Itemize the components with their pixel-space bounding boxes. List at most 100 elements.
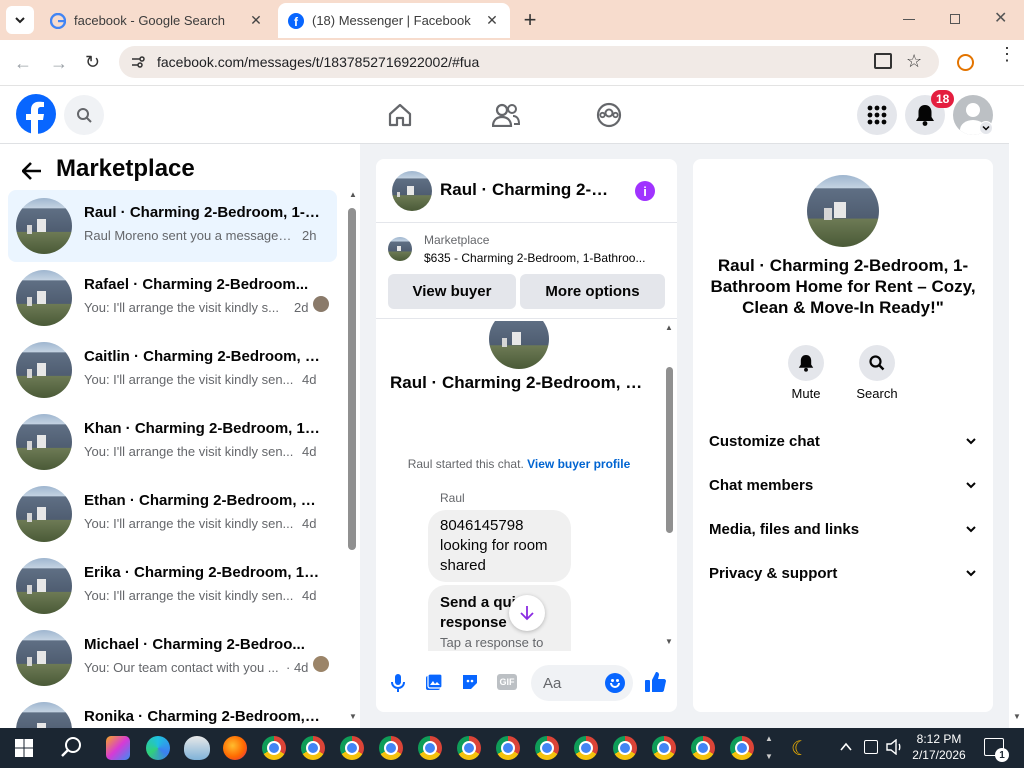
window-close-button[interactable]: ✕	[994, 8, 1007, 28]
scroll-to-bottom-button[interactable]	[509, 595, 545, 631]
account-chevron-icon[interactable]	[979, 121, 993, 135]
section-label: Customize chat	[709, 432, 820, 450]
moon-weather-icon[interactable]: ☾	[791, 736, 809, 761]
conversation-item[interactable]: Erika · Charming 2-Bedroom, 1-... You: I…	[8, 550, 337, 622]
menu-button[interactable]	[857, 95, 897, 135]
page-scrollbar[interactable]: ▼	[1009, 86, 1024, 728]
bookmark-star-icon[interactable]: ☆	[906, 51, 922, 72]
scrollbar-thumb[interactable]	[348, 208, 356, 550]
sticker-icon[interactable]	[461, 673, 479, 691]
bell-icon	[916, 105, 934, 126]
chrome-icon[interactable]	[457, 736, 481, 760]
chrome-menu-icon[interactable]: ⋮	[998, 45, 1016, 63]
close-icon[interactable]: ✕	[248, 12, 264, 29]
restore-button[interactable]	[950, 14, 960, 24]
new-tab-button[interactable]: +	[518, 7, 542, 32]
conversation-scrollbar[interactable]: ▲ ▼	[344, 190, 360, 728]
firefox-icon[interactable]	[223, 736, 247, 760]
chrome-icon[interactable]	[340, 736, 364, 760]
tab-messenger[interactable]: f (18) Messenger | Facebook ✕	[278, 3, 510, 38]
profile-icon[interactable]	[957, 54, 974, 71]
facebook-logo-icon[interactable]	[16, 94, 56, 134]
search-icon	[77, 108, 92, 123]
view-buyer-button[interactable]: View buyer	[388, 274, 516, 309]
install-app-icon[interactable]	[874, 53, 892, 69]
chat-title[interactable]: Raul · Charming 2-Be...	[440, 180, 620, 200]
home-icon[interactable]	[387, 102, 413, 128]
groups-icon[interactable]	[596, 102, 622, 128]
forward-icon[interactable]: →	[50, 53, 68, 74]
chrome-icon[interactable]	[262, 736, 286, 760]
media-files-links-section[interactable]: Media, files and links	[709, 507, 977, 551]
chrome-icon[interactable]	[301, 736, 325, 760]
conversation-item[interactable]: Caitlin · Charming 2-Bedroom, 1... You: …	[8, 334, 337, 406]
chevron-up-icon[interactable]	[840, 742, 852, 752]
message-bubble[interactable]: 8046145798 looking for room shared	[428, 510, 571, 582]
chrome-icon[interactable]	[496, 736, 520, 760]
chat-avatar[interactable]	[392, 171, 432, 211]
tab-search-menu-button[interactable]	[6, 6, 34, 34]
chrome-icon[interactable]	[418, 736, 442, 760]
profile-avatar	[489, 321, 549, 369]
copilot-icon[interactable]	[106, 736, 130, 760]
reload-icon[interactable]: ↻	[85, 52, 100, 73]
chrome-icon[interactable]	[379, 736, 403, 760]
conversation-item[interactable]: Khan · Charming 2-Bedroom, 1-... You: I'…	[8, 406, 337, 478]
conversation-item[interactable]: Ethan · Charming 2-Bedroom, 1-... You: I…	[8, 478, 337, 550]
like-thumb-icon[interactable]	[644, 671, 666, 693]
conversation-item[interactable]: Rafael · Charming 2-Bedroom... You: I'll…	[8, 262, 337, 334]
gif-icon[interactable]: GIF	[497, 674, 517, 690]
volume-icon[interactable]	[886, 739, 904, 755]
chat-started-text: Raul started this chat.	[407, 457, 524, 471]
taskbar-overflow-arrows[interactable]: ▲ ▼	[765, 730, 773, 766]
chrome-icon[interactable]	[574, 736, 598, 760]
chevron-down-icon	[15, 17, 25, 24]
chrome-icon[interactable]	[691, 736, 715, 760]
conversation-item[interactable]: Raul · Charming 2-Bedroom, 1-B... Raul M…	[8, 190, 337, 262]
chrome-icon[interactable]	[652, 736, 676, 760]
info-icon[interactable]: i	[635, 181, 655, 201]
network-icon[interactable]	[864, 740, 878, 754]
listing-detail[interactable]: $635 - Charming 2-Bedroom, 1-Bathroo...	[424, 251, 666, 265]
chat-info-panel: Raul · Charming 2-Bedroom, 1-Bathroom Ho…	[693, 159, 993, 712]
conversation-item[interactable]: Ronika · Charming 2-Bedroom, 1...	[8, 694, 337, 728]
edge-icon[interactable]	[146, 736, 170, 760]
scrollbar-thumb[interactable]	[666, 367, 673, 533]
chrome-icon[interactable]	[730, 736, 754, 760]
close-icon[interactable]: ✕	[484, 12, 500, 29]
site-settings-icon[interactable]	[129, 53, 147, 71]
mute-button[interactable]	[788, 345, 824, 381]
quick-response-card[interactable]: Send a quick response Tap a response to	[428, 585, 571, 651]
search-chat-button[interactable]	[859, 345, 895, 381]
privacy-support-section[interactable]: Privacy & support	[709, 551, 977, 595]
back-icon[interactable]: ←	[14, 53, 32, 74]
paint-icon[interactable]	[184, 736, 210, 760]
chrome-icon[interactable]	[613, 736, 637, 760]
windows-start-icon[interactable]	[15, 739, 33, 757]
emoji-icon[interactable]	[605, 673, 625, 693]
search-icon[interactable]	[61, 736, 83, 758]
view-buyer-profile-link[interactable]: View buyer profile	[527, 457, 630, 471]
friends-icon[interactable]	[492, 103, 520, 127]
search-button[interactable]	[64, 95, 104, 135]
back-arrow-icon[interactable]	[22, 162, 42, 180]
omnibox[interactable]: facebook.com/messages/t/1837852716922002…	[119, 46, 939, 78]
conversation-name: Khan · Charming 2-Bedroom, 1-...	[84, 420, 320, 437]
microphone-icon[interactable]	[390, 673, 406, 693]
windows-taskbar: ▲ ▼ ☾ 8:12 PM 2/17/2026 1	[0, 728, 1024, 768]
conversation-time: 4d	[302, 516, 317, 531]
message-input[interactable]: Aa	[531, 665, 633, 701]
thread-scrollbar[interactable]: ▲ ▼	[662, 321, 677, 653]
photo-icon[interactable]	[425, 673, 443, 691]
tab-google-search[interactable]: facebook - Google Search ✕	[40, 3, 274, 38]
more-options-button[interactable]: More options	[520, 274, 665, 309]
listing-avatar	[16, 702, 72, 728]
chrome-icon[interactable]	[535, 736, 559, 760]
taskbar-clock[interactable]: 8:12 PM 2/17/2026	[906, 731, 972, 763]
conversation-item[interactable]: Michael · Charming 2-Bedroo... You: Our …	[8, 622, 337, 694]
minimize-button[interactable]	[903, 19, 915, 20]
customize-chat-section[interactable]: Customize chat	[709, 419, 977, 463]
conversation-time: · 4d	[286, 660, 309, 675]
conversation-name: Ronika · Charming 2-Bedroom, 1...	[84, 708, 320, 725]
chat-members-section[interactable]: Chat members	[709, 463, 977, 507]
